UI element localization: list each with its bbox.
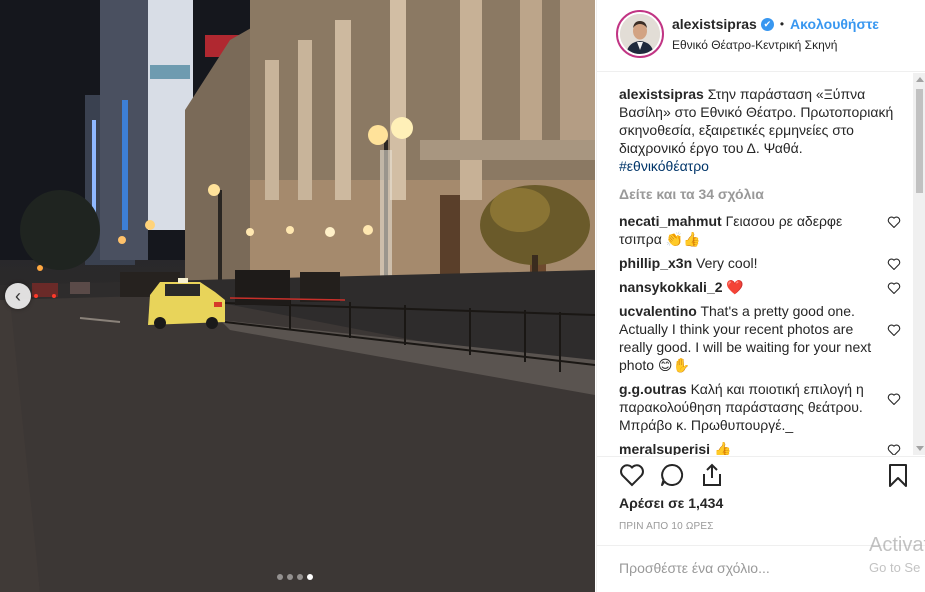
comment-username[interactable]: g.g.outras bbox=[619, 381, 687, 397]
heart-icon[interactable] bbox=[887, 324, 901, 336]
comment-username[interactable]: meralsuperisi bbox=[619, 441, 710, 455]
separator: • bbox=[779, 17, 785, 31]
heart-icon[interactable] bbox=[619, 462, 645, 488]
follow-button[interactable]: Ακολουθήστε bbox=[790, 16, 879, 32]
add-comment-input[interactable] bbox=[619, 560, 899, 576]
comment-item: ucvalentino That's a pretty good one. Ac… bbox=[619, 302, 901, 374]
carousel-dots bbox=[277, 574, 313, 580]
heart-icon[interactable] bbox=[887, 216, 901, 228]
location-link[interactable]: Εθνικό Θέατρο-Κεντρική Σκηνή bbox=[672, 38, 837, 52]
comment-text: Very cool! bbox=[696, 255, 758, 271]
carousel-dot-active bbox=[307, 574, 313, 580]
scroll-down-arrow-icon[interactable] bbox=[916, 446, 924, 451]
comment-username[interactable]: nansykokkali_2 bbox=[619, 279, 723, 295]
post-photo[interactable]: ‹ bbox=[0, 0, 595, 592]
scroll-up-arrow-icon[interactable] bbox=[916, 77, 924, 82]
comment-item: g.g.outras Καλή και ποιοτική επιλογή η π… bbox=[619, 380, 901, 434]
comments-list[interactable]: alexistsipras Στην παράσταση «Ξύπνα Βασί… bbox=[597, 73, 913, 455]
comment-text: ❤️ bbox=[726, 279, 744, 295]
carousel-prev-button[interactable]: ‹ bbox=[5, 283, 31, 309]
header-user-row: alexistsipras ✔ • Ακολουθήστε bbox=[672, 16, 879, 32]
comment-item: meralsuperisi 👍 bbox=[619, 440, 901, 455]
likes-count[interactable]: Αρέσει σε 1,434 bbox=[619, 495, 723, 511]
view-all-comments-link[interactable]: Δείτε και τα 34 σχόλια bbox=[619, 185, 895, 203]
post-author-username[interactable]: alexistsipras bbox=[672, 16, 757, 32]
post-header: alexistsipras ✔ • Ακολουθήστε Εθνικό Θέα… bbox=[597, 0, 925, 72]
share-icon[interactable] bbox=[699, 462, 725, 488]
avatar[interactable] bbox=[616, 10, 664, 58]
carousel-dot bbox=[297, 574, 303, 580]
caption-hashtag[interactable]: #εθνικόθέατρο bbox=[619, 158, 709, 174]
scroll-thumb[interactable] bbox=[916, 89, 923, 193]
comment-username[interactable]: phillip_x3n bbox=[619, 255, 692, 271]
verified-badge-icon: ✔ bbox=[760, 17, 774, 31]
post-timestamp[interactable]: ΠΡΙΝ ΑΠΟ 10 ΩΡΕΣ bbox=[619, 521, 714, 532]
carousel-dot bbox=[277, 574, 283, 580]
comment-text: 👍 bbox=[713, 441, 732, 455]
heart-icon[interactable] bbox=[887, 282, 901, 294]
comment-username[interactable]: necati_mahmut bbox=[619, 213, 722, 229]
heart-icon[interactable] bbox=[887, 393, 901, 405]
comment-username[interactable]: ucvalentino bbox=[619, 303, 697, 319]
street-night-scene bbox=[0, 0, 595, 592]
bookmark-icon[interactable] bbox=[885, 462, 911, 488]
comment-icon[interactable] bbox=[659, 462, 685, 488]
post-caption: alexistsipras Στην παράσταση «Ξύπνα Βασί… bbox=[619, 85, 895, 175]
activate-watermark-sub: Go to Se bbox=[869, 560, 921, 575]
comments-scrollbar[interactable] bbox=[913, 73, 925, 455]
comment-item: necati_mahmut Γειασου ρε αδερφε τσιπρα 👏… bbox=[619, 212, 901, 248]
post-details-panel: alexistsipras ✔ • Ακολουθήστε Εθνικό Θέα… bbox=[596, 0, 925, 592]
carousel-dot bbox=[287, 574, 293, 580]
comment-item: phillip_x3n Very cool! bbox=[619, 254, 901, 272]
heart-icon[interactable] bbox=[887, 444, 901, 455]
activate-watermark: Activate bbox=[869, 534, 925, 556]
avatar-photo bbox=[620, 14, 660, 54]
heart-icon[interactable] bbox=[887, 258, 901, 270]
comment-item: nansykokkali_2 ❤️ bbox=[619, 278, 901, 296]
caption-username[interactable]: alexistsipras bbox=[619, 86, 704, 102]
